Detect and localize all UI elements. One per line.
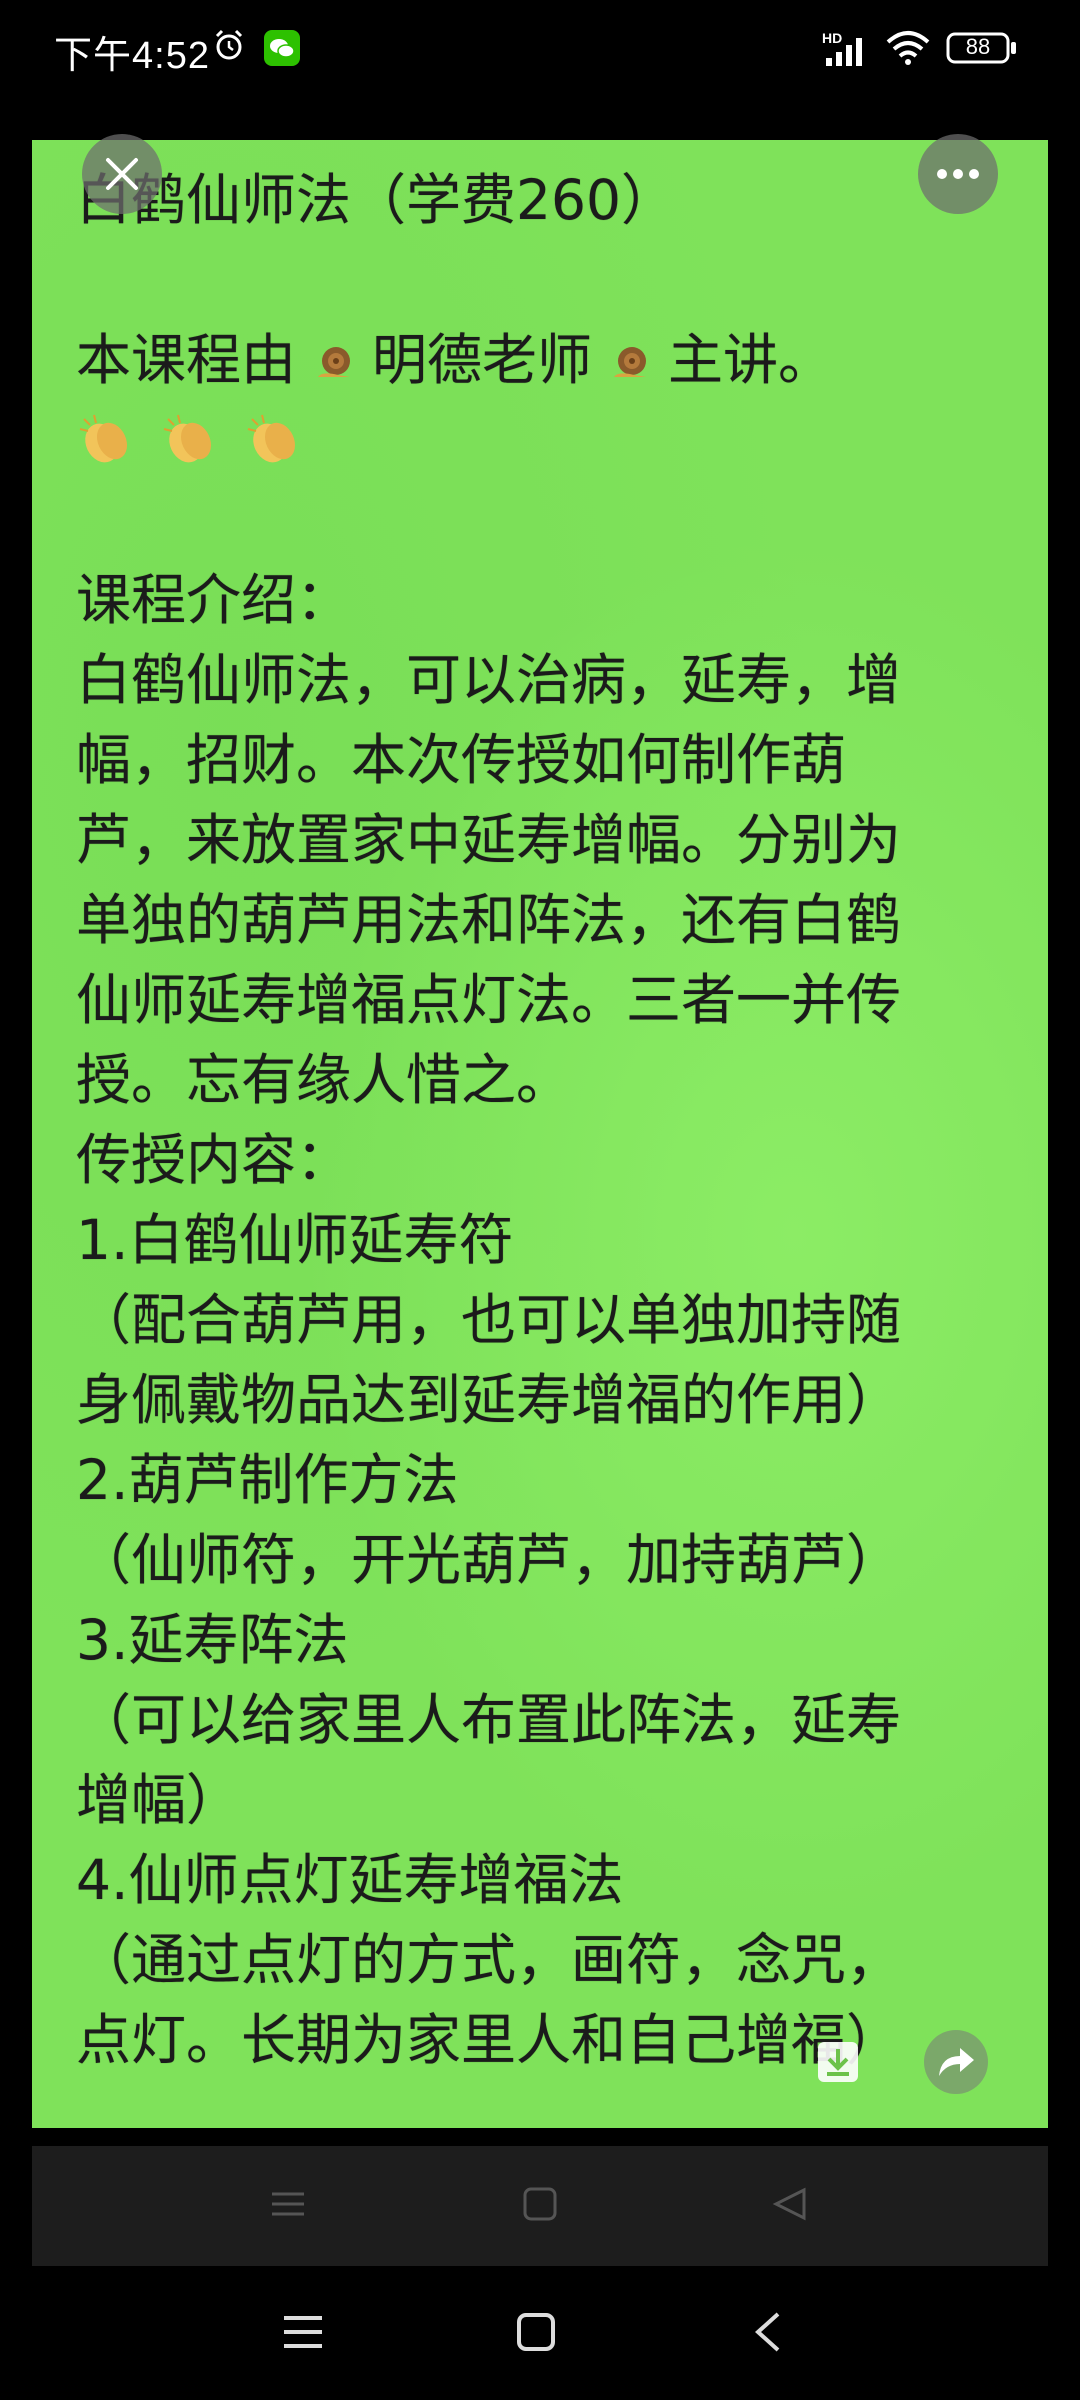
post-line: 传授内容： [76, 1128, 352, 1192]
post-line: 3.延寿阵法 [76, 1608, 349, 1672]
download-button[interactable] [806, 2030, 870, 2094]
inner-navigation-bar [32, 2146, 1048, 2266]
post-line: 点灯。长期为家里人和自己增福） [76, 2008, 902, 2072]
home-button[interactable] [516, 2312, 556, 2352]
snail-emoji-icon [318, 347, 351, 377]
download-icon [818, 2042, 858, 2082]
intro-text-1: 本课程由 [76, 328, 297, 392]
clap-emoji-icon [247, 414, 296, 463]
post-line: 单独的葫芦用法和阵法，还有白鹤 [76, 888, 902, 952]
post-line: （可以给家里人布置此阵法，延寿 [76, 1688, 902, 1752]
post-line: 授。忘有缘人惜之。 [76, 1048, 572, 1112]
post-image: 白鹤仙师法（学费260） 本课程由 明德老师 主讲。 课程介绍： 白鹤仙师法，可… [32, 140, 1048, 2128]
post-intro: 本课程由 明德老师 主讲。 [76, 320, 1036, 400]
post-line: 1.白鹤仙师延寿符 [76, 1208, 514, 1272]
battery-level: 88 [965, 34, 991, 59]
close-button[interactable] [82, 134, 162, 214]
home-icon [523, 2187, 557, 2221]
clap-emoji-icon [79, 414, 128, 463]
post-line: 2.葫芦制作方法 [76, 1448, 459, 1512]
intro-text-2: 明德老师 [372, 328, 593, 392]
post-line: （仙师符，开光葫芦，加持葫芦） [76, 1528, 902, 1592]
more-options-button[interactable] [918, 134, 998, 214]
post-text: 白鹤仙师法（学费260） 本课程由 明德老师 主讲。 课程介绍： 白鹤仙师法，可… [76, 160, 1036, 2080]
system-navigation-bar [0, 2270, 1080, 2400]
post-line: （通过点灯的方式，画符，念咒， [76, 1928, 902, 1992]
back-button[interactable] [752, 2312, 782, 2352]
post-line: 仙师延寿增福点灯法。三者一并传 [76, 968, 902, 1032]
post-line: 课程介绍： [76, 568, 352, 632]
post-line: 增幅） [76, 1768, 242, 1832]
post-line: 白鹤仙师法，可以治病，延寿，增 [76, 648, 902, 712]
post-line: （配合葫芦用，也可以单独加持随 [76, 1288, 902, 1352]
alarm-icon [215, 29, 243, 60]
share-button[interactable] [924, 2030, 988, 2094]
intro-text-3: 主讲。 [668, 328, 834, 392]
wechat-icon [264, 30, 300, 66]
post-line: 4.仙师点灯延寿增福法 [76, 1848, 624, 1912]
wifi-icon [886, 31, 930, 65]
post-line: 身佩戴物品达到延寿增福的作用） [76, 1368, 902, 1432]
post-line: 幅，招财。本次传授如何制作葫 [76, 728, 847, 792]
more-icon [937, 169, 979, 179]
menu-button[interactable] [282, 2312, 324, 2352]
signal-icon [826, 38, 862, 66]
post-line: 芦，来放置家中延寿增幅。分别为 [76, 808, 902, 872]
post-title: 白鹤仙师法（学费260） [76, 168, 676, 232]
status-time: 下午4:52 [54, 35, 210, 77]
snail-emoji-icon [614, 347, 647, 377]
status-bar: 下午4:52 HD 88 [0, 0, 1080, 100]
clap-emoji-row [76, 400, 1036, 480]
share-icon [939, 2048, 974, 2076]
close-icon [106, 158, 138, 190]
clap-emoji-icon [163, 414, 212, 463]
back-icon [772, 2187, 806, 2221]
menu-icon [272, 2192, 304, 2216]
